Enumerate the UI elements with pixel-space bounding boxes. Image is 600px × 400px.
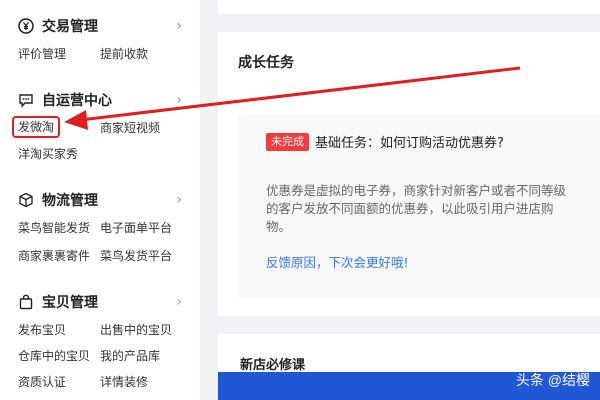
sidebar-section-title: 宝贝管理 (42, 295, 98, 311)
sidebar-link-items-in-warehouse[interactable]: 仓库中的宝贝 (18, 348, 90, 364)
chat-bubble-icon (18, 92, 34, 108)
chevron-right-icon[interactable]: › (176, 92, 182, 108)
sidebar-section-title: 自运营中心 (42, 93, 112, 109)
status-badge: 未完成 (266, 132, 309, 151)
chevron-right-icon[interactable]: › (176, 18, 182, 34)
sidebar-section-title: 交易管理 (42, 19, 98, 35)
sidebar-section-header[interactable]: 物流管理 › (18, 190, 190, 210)
sidebar-link-guoguo-send[interactable]: 商家裹裹寄件 (18, 248, 90, 264)
sidebar-link-detail-decoration[interactable]: 详情装修 (100, 374, 148, 390)
new-store-course-card: 新店必修课 头条 @结樱 (218, 334, 600, 400)
sidebar-link-cainiao-smart-ship[interactable]: 菜鸟智能发货 (18, 220, 90, 236)
sidebar-link-merchant-video[interactable]: 商家短视频 (100, 120, 160, 136)
bag-icon (18, 294, 34, 310)
task-title[interactable]: 基础任务：如何订购活动优惠券? (315, 132, 504, 151)
sidebar-link-items-on-sale[interactable]: 出售中的宝贝 (100, 322, 172, 338)
task-box: 未完成 基础任务：如何订购活动优惠券? 优惠券是虚拟的电子券，商家针对新客户或者… (238, 114, 600, 298)
sidebar-link-post-weitao[interactable]: 发微淘 (12, 116, 61, 138)
sidebar-section-header[interactable]: 自运营中心 › (18, 90, 190, 110)
sidebar-link-publish-item[interactable]: 发布宝贝 (18, 322, 66, 338)
sidebar-section-header[interactable]: 宝贝管理 › (18, 292, 190, 312)
sidebar-link-buyer-show[interactable]: 洋淘买家秀 (18, 146, 78, 162)
cube-icon (18, 192, 34, 208)
watermark-text: 头条 @结樱 (515, 372, 590, 388)
yen-circle-icon (18, 18, 34, 34)
sidebar-link-qualification[interactable]: 资质认证 (18, 374, 66, 390)
sidebar-link-my-products[interactable]: 我的产品库 (100, 348, 160, 364)
sidebar-link-review-manage[interactable]: 评价管理 (18, 46, 66, 62)
sidebar-link-early-payment[interactable]: 提前收款 (100, 46, 148, 62)
growth-task-card: 成长任务 未完成 基础任务：如何订购活动优惠券? 优惠券是虚拟的电子券，商家针对… (218, 32, 600, 316)
card-title: 新店必修课 (240, 358, 306, 373)
chevron-right-icon[interactable]: › (176, 192, 182, 208)
feedback-link[interactable]: 反馈原因，下次会更好哦! (266, 252, 409, 271)
sidebar-section-header[interactable]: 交易管理 › (18, 16, 190, 36)
sidebar-section-title: 物流管理 (42, 193, 98, 209)
card-title: 成长任务 (238, 55, 294, 71)
top-card (218, 0, 600, 14)
task-header: 未完成 基础任务：如何订购活动优惠券? (266, 132, 504, 151)
sidebar: 交易管理 › 评价管理 提前收款 自运营中心 › 发微淘 商家短视频 洋淘买家秀… (0, 0, 200, 400)
sidebar-link-cainiao-ship-platform[interactable]: 菜鸟发货平台 (100, 248, 172, 264)
sidebar-link-e-waybill[interactable]: 电子面单平台 (100, 220, 172, 236)
task-description: 优惠券是虚拟的电子券，商家针对新客户或者不同等级的客户发放不同面额的优惠券，以此… (266, 183, 567, 234)
chevron-right-icon[interactable]: › (176, 294, 182, 310)
